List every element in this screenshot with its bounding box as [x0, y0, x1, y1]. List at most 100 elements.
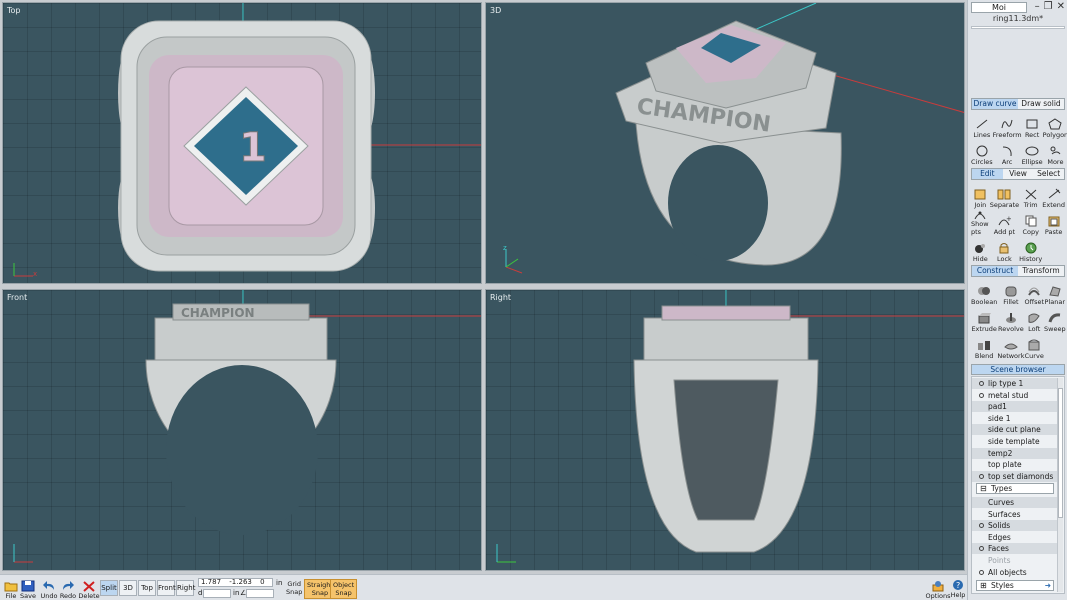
view-button-3d[interactable]: 3D — [119, 580, 137, 596]
arrow-right-icon[interactable]: ➜ — [1045, 581, 1051, 590]
tab-draw-solid[interactable]: Draw solid — [1018, 99, 1064, 109]
object-snap-toggle[interactable]: Object Snap — [330, 579, 358, 599]
styles-toggle[interactable]: ⊞ Styles ➜ — [976, 580, 1054, 591]
separate-button[interactable]: Separate — [990, 182, 1019, 209]
paste-button[interactable]: Paste — [1042, 209, 1065, 236]
type-item[interactable]: Edges — [972, 532, 1058, 543]
undo-button[interactable]: Undo — [40, 576, 58, 600]
planar-button[interactable]: Planar — [1044, 279, 1066, 306]
view-button-right[interactable]: Right — [176, 580, 195, 596]
offset-button[interactable]: Offset — [1024, 279, 1044, 306]
ellipse-button[interactable]: Ellipse — [1022, 139, 1043, 166]
freeform-button[interactable]: Freeform — [993, 112, 1022, 139]
boolean-button[interactable]: Boolean — [971, 279, 997, 306]
edit-tools: Join Separate Trim Extend Show pts + Add … — [971, 182, 1065, 263]
scene-scrollbar[interactable] — [1057, 378, 1063, 592]
scene-item[interactable]: top plate — [972, 459, 1058, 470]
type-item-label: Faces — [988, 544, 1009, 554]
view-button-split[interactable]: Split — [100, 580, 118, 596]
distance-input[interactable] — [203, 589, 231, 598]
scene-item[interactable]: side template — [972, 436, 1058, 447]
network-button[interactable]: Network — [997, 333, 1024, 360]
redo-button[interactable]: Redo — [59, 576, 77, 600]
history-icon — [1025, 242, 1037, 254]
type-item-label: Points — [988, 556, 1011, 565]
lines-button[interactable]: Lines — [971, 112, 993, 139]
viewport-front[interactable]: CHAMPION Front — [2, 289, 482, 571]
type-item[interactable]: Points — [972, 555, 1058, 566]
trim-button[interactable]: Trim — [1019, 182, 1042, 209]
tab-draw-curve[interactable]: Draw curve — [972, 99, 1018, 109]
sweep-button[interactable]: Sweep — [1044, 306, 1066, 333]
viewport-3d[interactable]: CHAMPION 3D z — [485, 2, 965, 284]
tab-construct[interactable]: Construct — [972, 266, 1018, 276]
right-view-render — [633, 290, 964, 553]
tab-select[interactable]: Select — [1033, 169, 1064, 179]
viewport-top[interactable]: 1 Top x — [2, 2, 482, 284]
scene-item[interactable]: temp2 — [972, 447, 1058, 459]
join-button[interactable]: Join — [971, 182, 990, 209]
undo-icon — [43, 581, 54, 590]
join-icon — [974, 189, 986, 200]
hide-button[interactable]: Hide — [971, 236, 990, 263]
save-button[interactable]: Save — [20, 576, 36, 600]
restore-icon[interactable]: ❐ — [1044, 1, 1053, 12]
viewport-label-right: Right — [490, 293, 512, 302]
separate-icon — [997, 189, 1011, 200]
angle-input[interactable] — [246, 589, 274, 598]
type-item[interactable]: Faces — [972, 543, 1058, 555]
add-pt-button[interactable]: + Add pt — [990, 209, 1019, 236]
scene-item[interactable]: lip type 1 — [972, 378, 1058, 389]
scene-item[interactable]: top set diamonds — [972, 470, 1058, 482]
bullet-icon — [979, 473, 984, 479]
type-item[interactable]: Curves — [972, 497, 1058, 508]
lock-button[interactable]: Lock — [990, 236, 1019, 263]
polygon-button[interactable]: Polygon — [1043, 112, 1067, 139]
minimize-icon[interactable]: – — [1035, 1, 1040, 12]
history-button[interactable]: History — [1019, 236, 1042, 263]
tab-transform[interactable]: Transform — [1018, 266, 1064, 276]
file-button[interactable]: File — [2, 576, 20, 600]
arc-icon — [1003, 146, 1012, 157]
copy-button[interactable]: Copy — [1019, 209, 1042, 236]
more-button[interactable]: More — [1043, 139, 1067, 166]
scene-browser-header[interactable]: Scene browser — [971, 364, 1065, 375]
scene-item-label: side cut plane — [988, 425, 1041, 435]
scene-item[interactable]: pad1 — [972, 401, 1058, 413]
grid-snap-toggle[interactable]: Grid Snap — [284, 579, 304, 599]
extend-button[interactable]: Extend — [1042, 182, 1065, 209]
fillet-button[interactable]: Fillet — [997, 279, 1024, 306]
help-button[interactable]: ? Help — [950, 575, 966, 599]
types-toggle[interactable]: ⊟ Types — [976, 483, 1054, 494]
curve-button[interactable]: Curve — [1024, 333, 1044, 360]
tab-edit[interactable]: Edit — [972, 169, 1003, 179]
arc-button[interactable]: Arc — [993, 139, 1022, 166]
coordinate-input[interactable]: 1.787 -1.263 0 — [198, 578, 273, 587]
bullet-icon — [979, 523, 984, 529]
close-icon[interactable]: ✕ — [1057, 1, 1065, 12]
loft-button[interactable]: Loft — [1024, 306, 1044, 333]
scene-item[interactable]: metal stud — [972, 390, 1058, 401]
tab-view[interactable]: View — [1003, 169, 1034, 179]
svg-text:CHAMPION: CHAMPION — [181, 306, 255, 320]
circles-button[interactable]: Circles — [971, 139, 993, 166]
view-button-top[interactable]: Top — [138, 580, 156, 596]
extrude-button[interactable]: Extrude — [971, 306, 997, 333]
scrollbar-thumb[interactable] — [1058, 388, 1063, 518]
blend-button[interactable]: Blend — [971, 333, 997, 360]
viewport-right[interactable]: Right — [485, 289, 965, 571]
delete-button[interactable]: Delete — [78, 576, 100, 600]
scene-item[interactable]: side 1 — [972, 413, 1058, 424]
viewport-label-front: Front — [7, 293, 28, 302]
type-item[interactable]: Surfaces — [972, 509, 1058, 520]
construct-tools: Boolean Fillet Offset Planar Extrude Rev… — [971, 279, 1066, 360]
scene-item-all-objects[interactable]: All objects — [972, 567, 1058, 578]
rect-button[interactable]: Rect — [1022, 112, 1043, 139]
view-button-front[interactable]: Front — [157, 580, 176, 596]
type-item[interactable]: Solids — [972, 520, 1058, 532]
edit-tabs: Edit View Select — [971, 168, 1065, 180]
scene-item[interactable]: side cut plane — [972, 424, 1058, 436]
revolve-button[interactable]: Revolve — [997, 306, 1024, 333]
options-button[interactable]: Options — [925, 576, 951, 600]
show-pts-button[interactable]: Show pts — [971, 209, 990, 236]
